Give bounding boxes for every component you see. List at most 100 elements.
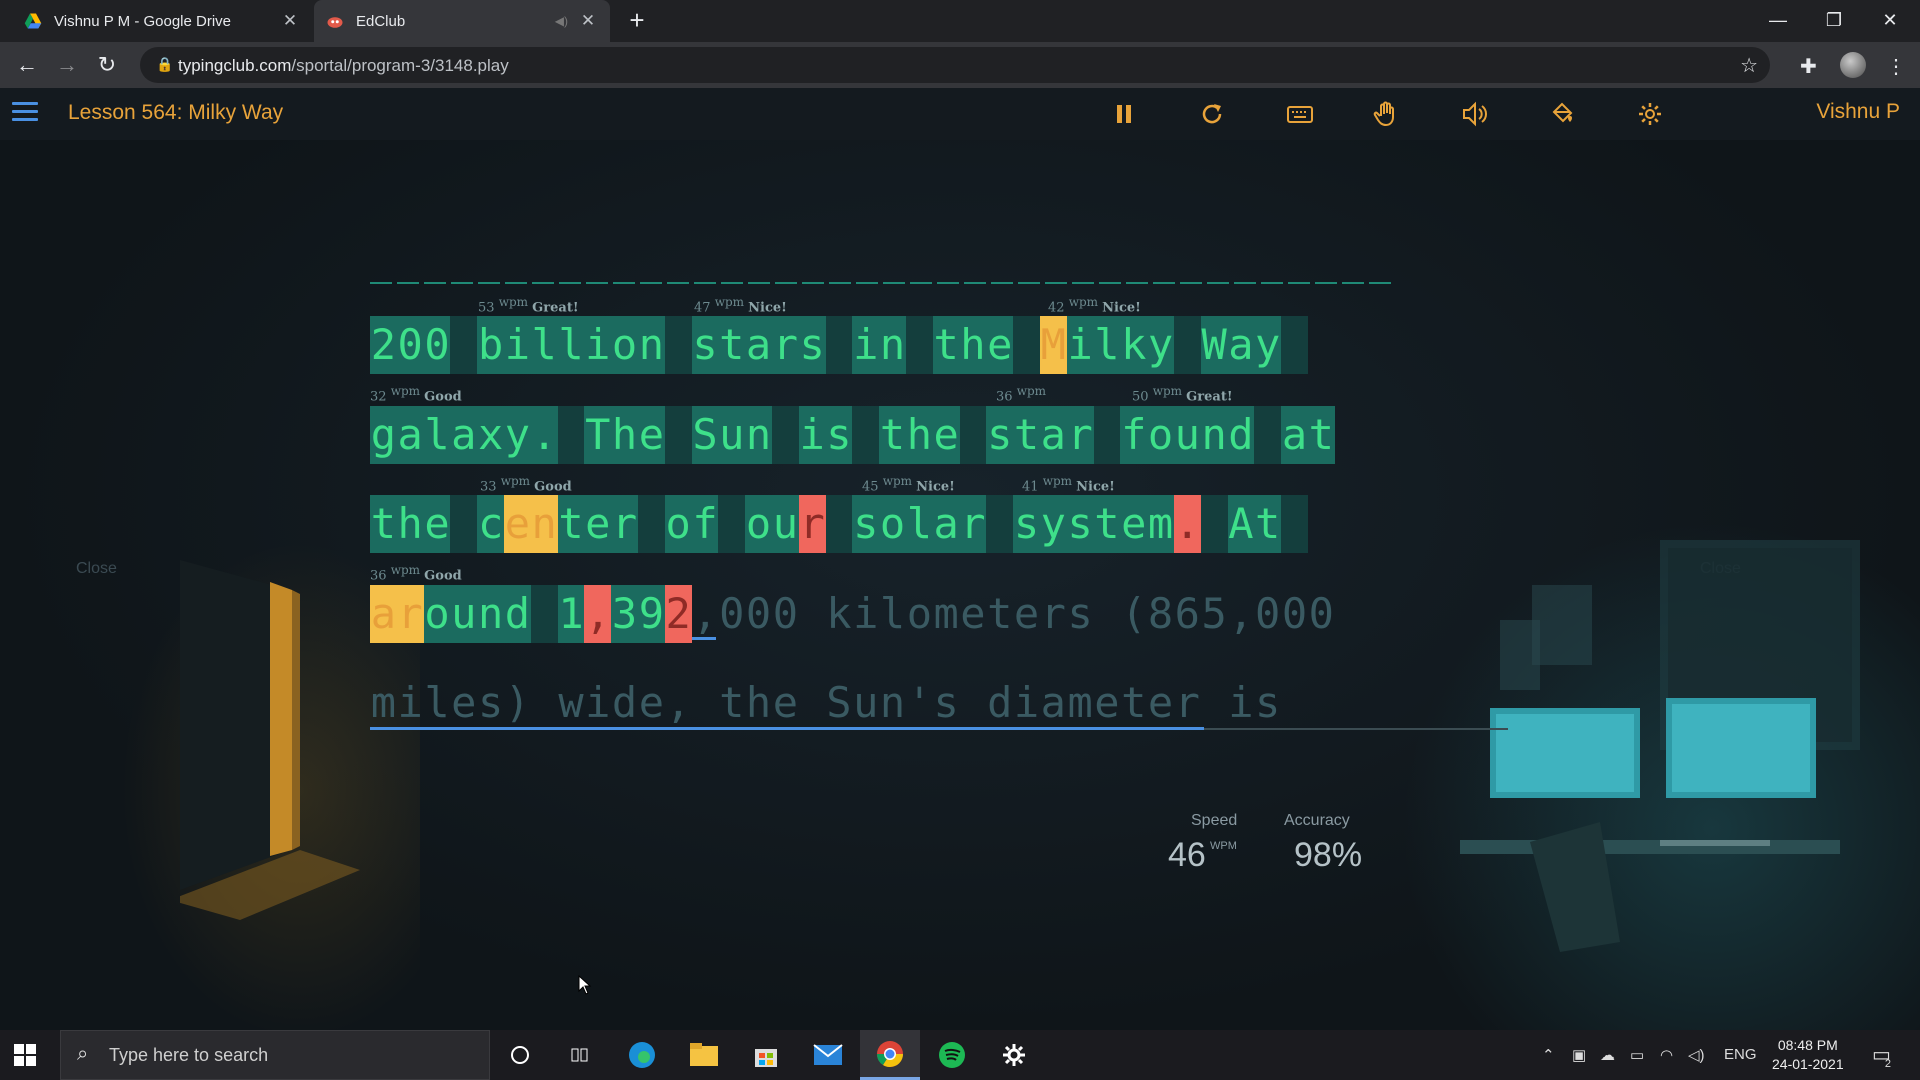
tab-title: Vishnu P M - Google Drive (54, 12, 232, 30)
typed-char: W (1200, 316, 1228, 374)
input-language[interactable]: ENG (1724, 1046, 1757, 1063)
typed-char: a (1281, 406, 1308, 464)
hand-icon[interactable] (1370, 98, 1402, 130)
typed-char: 0 (423, 316, 451, 374)
close-tab-icon[interactable]: ✕ (280, 11, 300, 31)
typed-char: 2 (664, 585, 692, 643)
spotify-icon[interactable] (922, 1030, 982, 1080)
typed-char: m (933, 589, 959, 638)
typed-char: s (1066, 495, 1094, 553)
extensions-icon[interactable]: ✚ (1800, 54, 1817, 79)
chrome-icon[interactable] (860, 1030, 920, 1080)
progress-bar (370, 727, 1204, 730)
bookmark-star-icon[interactable]: ☆ (1740, 53, 1758, 78)
reload-icon[interactable]: ↻ (92, 50, 122, 80)
word-speed-label: 36 wpm (996, 384, 1047, 405)
word-speed-label: 47 wpm Nice! (694, 295, 787, 316)
typed-space (852, 406, 880, 464)
settings-gear-icon[interactable] (984, 1030, 1044, 1080)
typed-char: l (423, 406, 451, 464)
word-speed-label: 53 wpm Great! (478, 295, 579, 316)
file-explorer-icon[interactable] (674, 1030, 734, 1080)
accuracy-value: 98% (1294, 836, 1363, 874)
onedrive-icon[interactable]: ☁ (1600, 1046, 1615, 1064)
typed-char: u (771, 495, 799, 553)
typed-char: t (719, 678, 745, 727)
close-label[interactable]: Close (76, 560, 117, 578)
theme-paint-icon[interactable] (1546, 98, 1578, 130)
typed-char: M (1039, 316, 1067, 374)
typed-char: . (1173, 495, 1201, 553)
typed-char: h (745, 678, 772, 727)
settings-gear-icon[interactable] (1634, 98, 1666, 130)
typed-char: A (1227, 495, 1255, 553)
pause-icon[interactable] (1108, 98, 1140, 130)
windows-start-icon[interactable] (14, 1044, 36, 1066)
typed-space (531, 674, 558, 732)
typed-char: l (557, 316, 585, 374)
typed-char: n (530, 495, 558, 553)
word-speed-label: 41 wpm Nice! (1022, 474, 1115, 495)
mail-icon[interactable] (798, 1030, 858, 1080)
desk-illustration (1460, 540, 1860, 952)
typed-char: a (450, 406, 478, 464)
typed-char: d (1227, 406, 1255, 464)
taskbar-clock[interactable]: 08:48 PM 24-01-2021 (1772, 1036, 1844, 1074)
forward-icon[interactable]: → (52, 50, 82, 80)
typed-char: , (692, 589, 718, 638)
typed-char: i (397, 678, 423, 727)
profile-avatar[interactable] (1840, 52, 1866, 78)
typed-char: i (1228, 678, 1254, 727)
speaker-icon[interactable]: ◀) (555, 14, 568, 28)
typed-char: 0 (719, 589, 745, 638)
tab-google-drive[interactable]: Vishnu P M - Google Drive ✕ (12, 0, 312, 42)
edge-browser-icon[interactable] (612, 1030, 672, 1080)
typed-char: l (1093, 316, 1121, 374)
battery-icon[interactable]: ▭ (1630, 1046, 1644, 1064)
typed-char: h (611, 406, 638, 464)
typed-char: o (906, 589, 932, 638)
typed-char: S (826, 678, 852, 727)
microsoft-store-icon[interactable] (736, 1030, 796, 1080)
restore-icon[interactable]: ❐ (1806, 0, 1862, 42)
keyboard-icon[interactable] (1284, 98, 1316, 130)
tab-edclub[interactable]: EdClub ◀) ✕ (314, 0, 610, 42)
wifi-icon[interactable]: ◠ (1660, 1046, 1673, 1064)
menu-kebab-icon[interactable]: ⋮ (1886, 54, 1906, 79)
word-speed-label: 36 wpm Good (370, 563, 462, 584)
restart-icon[interactable] (1196, 98, 1228, 130)
typed-space (450, 316, 478, 374)
hamburger-menu-icon[interactable] (12, 102, 38, 124)
typed-char: e (503, 495, 531, 553)
address-bar[interactable]: 🔒 typingclub.com/sportal/program-3/3148.… (140, 47, 1770, 83)
task-view-icon[interactable] (550, 1030, 610, 1080)
typed-char: o (611, 316, 638, 374)
sound-icon[interactable] (1458, 98, 1490, 130)
typed-char: y (503, 406, 531, 464)
back-icon[interactable]: ← (12, 50, 42, 80)
taskbar-search-input[interactable]: ⌕ Type here to search (60, 1030, 490, 1080)
typed-char: e (451, 678, 477, 727)
typed-char: l (530, 316, 558, 374)
typed-space (1094, 585, 1121, 643)
new-tab-button[interactable]: + (622, 6, 652, 36)
typed-char: e (772, 678, 798, 727)
tab-title: EdClub (356, 12, 406, 30)
typed-space (1173, 316, 1201, 374)
typed-space (664, 406, 692, 464)
notifications-icon[interactable]: ▭2 (1872, 1042, 1897, 1070)
close-window-icon[interactable]: ✕ (1862, 0, 1918, 42)
typed-char: t (1254, 495, 1282, 553)
typing-line: the center of our solar system. At (370, 495, 1308, 553)
typed-char: ( (1121, 589, 1147, 638)
minimize-icon[interactable]: — (1750, 0, 1806, 42)
close-tab-icon[interactable]: ✕ (578, 11, 598, 31)
typed-space (450, 495, 478, 553)
typed-char: 5 (1201, 589, 1227, 638)
cortana-icon[interactable] (490, 1030, 550, 1080)
typed-char: a (745, 316, 772, 374)
meet-now-icon[interactable]: ▣ (1572, 1046, 1586, 1064)
volume-icon[interactable]: ◁) (1688, 1046, 1705, 1064)
user-name[interactable]: Vishnu P (1816, 100, 1900, 124)
chevron-up-icon[interactable]: ⌃ (1542, 1046, 1555, 1064)
